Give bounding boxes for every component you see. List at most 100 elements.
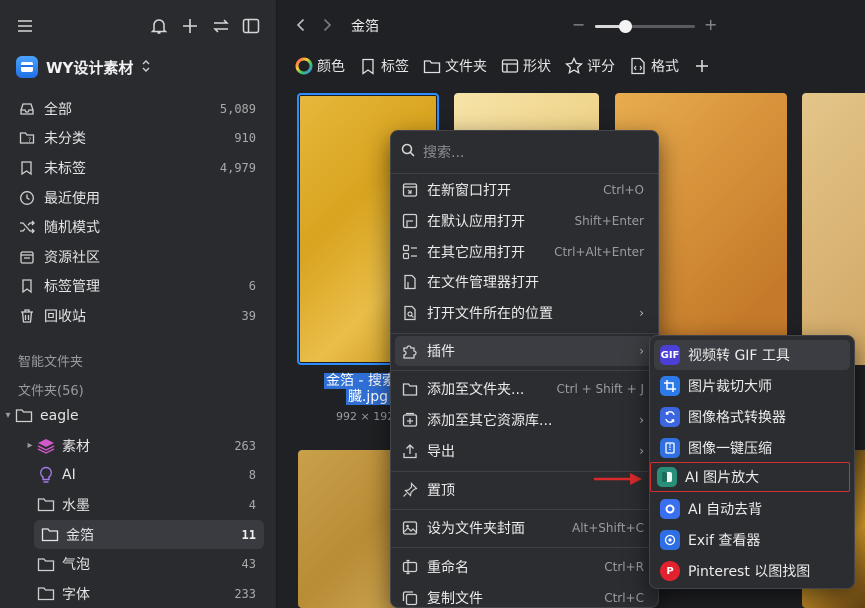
menu-icon[interactable] (13, 14, 37, 38)
chevron-updown-icon (141, 59, 151, 76)
back-icon[interactable] (290, 14, 312, 36)
folder-label: 气泡 (62, 557, 90, 574)
filter-color[interactable]: 颜色 (295, 56, 345, 76)
rename-icon (401, 558, 419, 576)
library-name: WY设计素材 (46, 58, 134, 77)
menu-item-set-folder-cover[interactable]: 设为文件夹封面 Alt+Shift+C (395, 513, 654, 543)
folder-icon (36, 555, 56, 573)
chevron-down-icon[interactable]: ▾ (2, 410, 14, 421)
menu-item-export[interactable]: 导出 › (395, 436, 654, 466)
sidebar-toggle-icon[interactable] (239, 14, 263, 38)
bell-icon[interactable] (147, 14, 171, 38)
folder-icon (40, 526, 60, 544)
plugin-label: 图片裁切大师 (688, 379, 772, 395)
bookmark-icon (359, 57, 377, 75)
filter-folder[interactable]: 文件夹 (423, 56, 487, 76)
folder-bubble[interactable]: 气泡 43 (0, 549, 264, 579)
plugin-image-compress[interactable]: 图像一键压缩 (654, 433, 850, 463)
folder-material[interactable]: ▸ 素材 263 (0, 431, 264, 461)
sidebar-item-label: 随机模式 (44, 220, 100, 237)
sidebar-item-trash[interactable]: 回收站 39 (8, 301, 264, 331)
layers-icon (36, 437, 56, 455)
menu-item-add-to-folder[interactable]: 添加至文件夹... Ctrl + Shift + J (395, 374, 654, 404)
menu-item-open-new-window[interactable]: 在新窗口打开 Ctrl+O (395, 175, 654, 205)
filter-format[interactable]: 格式 (629, 56, 679, 76)
zoom-in-icon[interactable]: + (704, 15, 717, 34)
plugin-exif-viewer[interactable]: Exif 查看器 (654, 525, 850, 555)
new-window-icon (401, 181, 419, 199)
pin-icon (401, 481, 419, 499)
library-switcher[interactable]: WY设计素材 (16, 54, 151, 80)
clock-icon (18, 189, 36, 207)
menu-item-shortcut: Ctrl+R (604, 560, 644, 574)
folder-font[interactable]: 字体 233 (0, 579, 264, 608)
plugin-ai-remove-bg[interactable]: AI 自动去背 (654, 494, 850, 524)
folder-label: 字体 (62, 586, 90, 603)
smart-folders-heading[interactable]: 智能文件夹 (18, 351, 83, 370)
menu-item-label: 在默认应用打开 (427, 214, 525, 230)
tag-question-icon (18, 159, 36, 177)
folders-heading[interactable]: 文件夹(56) (18, 380, 84, 399)
thumbnail[interactable] (802, 93, 865, 365)
menu-item-label: 导出 (427, 444, 455, 460)
zoom-track[interactable] (595, 20, 695, 33)
menu-search-input[interactable]: 搜索... (423, 142, 464, 162)
folder-label: AI (62, 467, 76, 484)
sidebar-item-community[interactable]: 资源社区 (8, 242, 264, 272)
folder-ai[interactable]: AI 8 (0, 460, 264, 490)
pinterest-icon: P (660, 561, 680, 581)
add-filter-button[interactable] (693, 57, 711, 75)
folder-gold-foil[interactable]: 金箔 11 (34, 519, 264, 550)
bookmark-icon (18, 277, 36, 295)
menu-item-copy-file[interactable]: 复制文件 Ctrl+C (395, 583, 654, 607)
plugin-label: Pinterest 以图找图 (688, 564, 811, 580)
thumbnail-dimensions: 992 × 192 (336, 410, 395, 423)
sidebar-item-label: 全部 (44, 101, 72, 118)
shuffle-icon (18, 218, 36, 236)
zoom-slider[interactable]: − + (570, 15, 720, 36)
menu-search[interactable]: 搜索... (399, 139, 650, 165)
plugin-label: Exif 查看器 (688, 533, 761, 549)
filter-shape[interactable]: 形状 (501, 56, 551, 76)
plugin-label: 图像格式转换器 (688, 410, 786, 426)
menu-item-label: 在文件管理器打开 (427, 275, 539, 291)
ai-upscale-icon (657, 467, 677, 487)
puzzle-icon (401, 342, 419, 360)
menu-item-rename[interactable]: 重命名 Ctrl+R (395, 552, 654, 582)
chevron-right-icon[interactable]: ▸ (24, 440, 36, 451)
sidebar-item-recent[interactable]: 最近使用 (8, 183, 264, 213)
menu-item-label: 添加至其它资源库... (427, 413, 553, 429)
crop-icon (660, 376, 680, 396)
sync-icon[interactable] (209, 14, 233, 38)
plugin-pinterest-search[interactable]: P Pinterest 以图找图 (654, 556, 850, 586)
forward-icon[interactable] (316, 14, 338, 36)
sidebar-toolbar (0, 14, 276, 40)
filter-rating[interactable]: 评分 (565, 56, 615, 76)
sidebar-item-uncategorized[interactable]: ? 未分类 910 (8, 124, 264, 154)
menu-item-add-to-library[interactable]: 添加至其它资源库... › (395, 405, 654, 435)
sidebar-item-random[interactable]: 随机模式 (8, 212, 264, 242)
zoom-handle[interactable] (619, 20, 632, 33)
folder-ink[interactable]: 水墨 4 (0, 490, 264, 520)
folder-eagle[interactable]: ▾ eagle (0, 401, 264, 431)
menu-item-open-file-manager[interactable]: 在文件管理器打开 (395, 267, 654, 297)
sidebar-item-untagged[interactable]: 未标签 4,979 (8, 153, 264, 183)
zoom-out-icon[interactable]: − (572, 15, 585, 34)
plugin-label: AI 自动去背 (688, 502, 763, 518)
menu-item-open-other-app[interactable]: 在其它应用打开 Ctrl+Alt+Enter (395, 237, 654, 267)
sidebar-item-all[interactable]: 全部 5,089 (8, 94, 264, 124)
plugin-ai-upscale[interactable]: AI 图片放大 (650, 462, 850, 492)
menu-item-label: 置顶 (427, 483, 455, 499)
menu-item-plugins[interactable]: 插件 › (395, 336, 654, 366)
filter-tags[interactable]: 标签 (359, 56, 409, 76)
add-icon[interactable] (178, 14, 202, 38)
menu-item-open-default-app[interactable]: 在默认应用打开 Shift+Enter (395, 206, 654, 236)
sidebar-item-tag-manager[interactable]: 标签管理 6 (8, 272, 264, 302)
inbox-icon (18, 100, 36, 118)
plugin-format-converter[interactable]: 图像格式转换器 (654, 402, 850, 432)
remove-bg-icon (660, 499, 680, 519)
sidebar-item-label: 未标签 (44, 160, 86, 177)
menu-item-open-file-location[interactable]: 打开文件所在的位置 › (395, 298, 654, 328)
plugin-image-crop[interactable]: 图片裁切大师 (654, 371, 850, 401)
plugin-video-to-gif[interactable]: GIF 视频转 GIF 工具 (654, 340, 850, 370)
